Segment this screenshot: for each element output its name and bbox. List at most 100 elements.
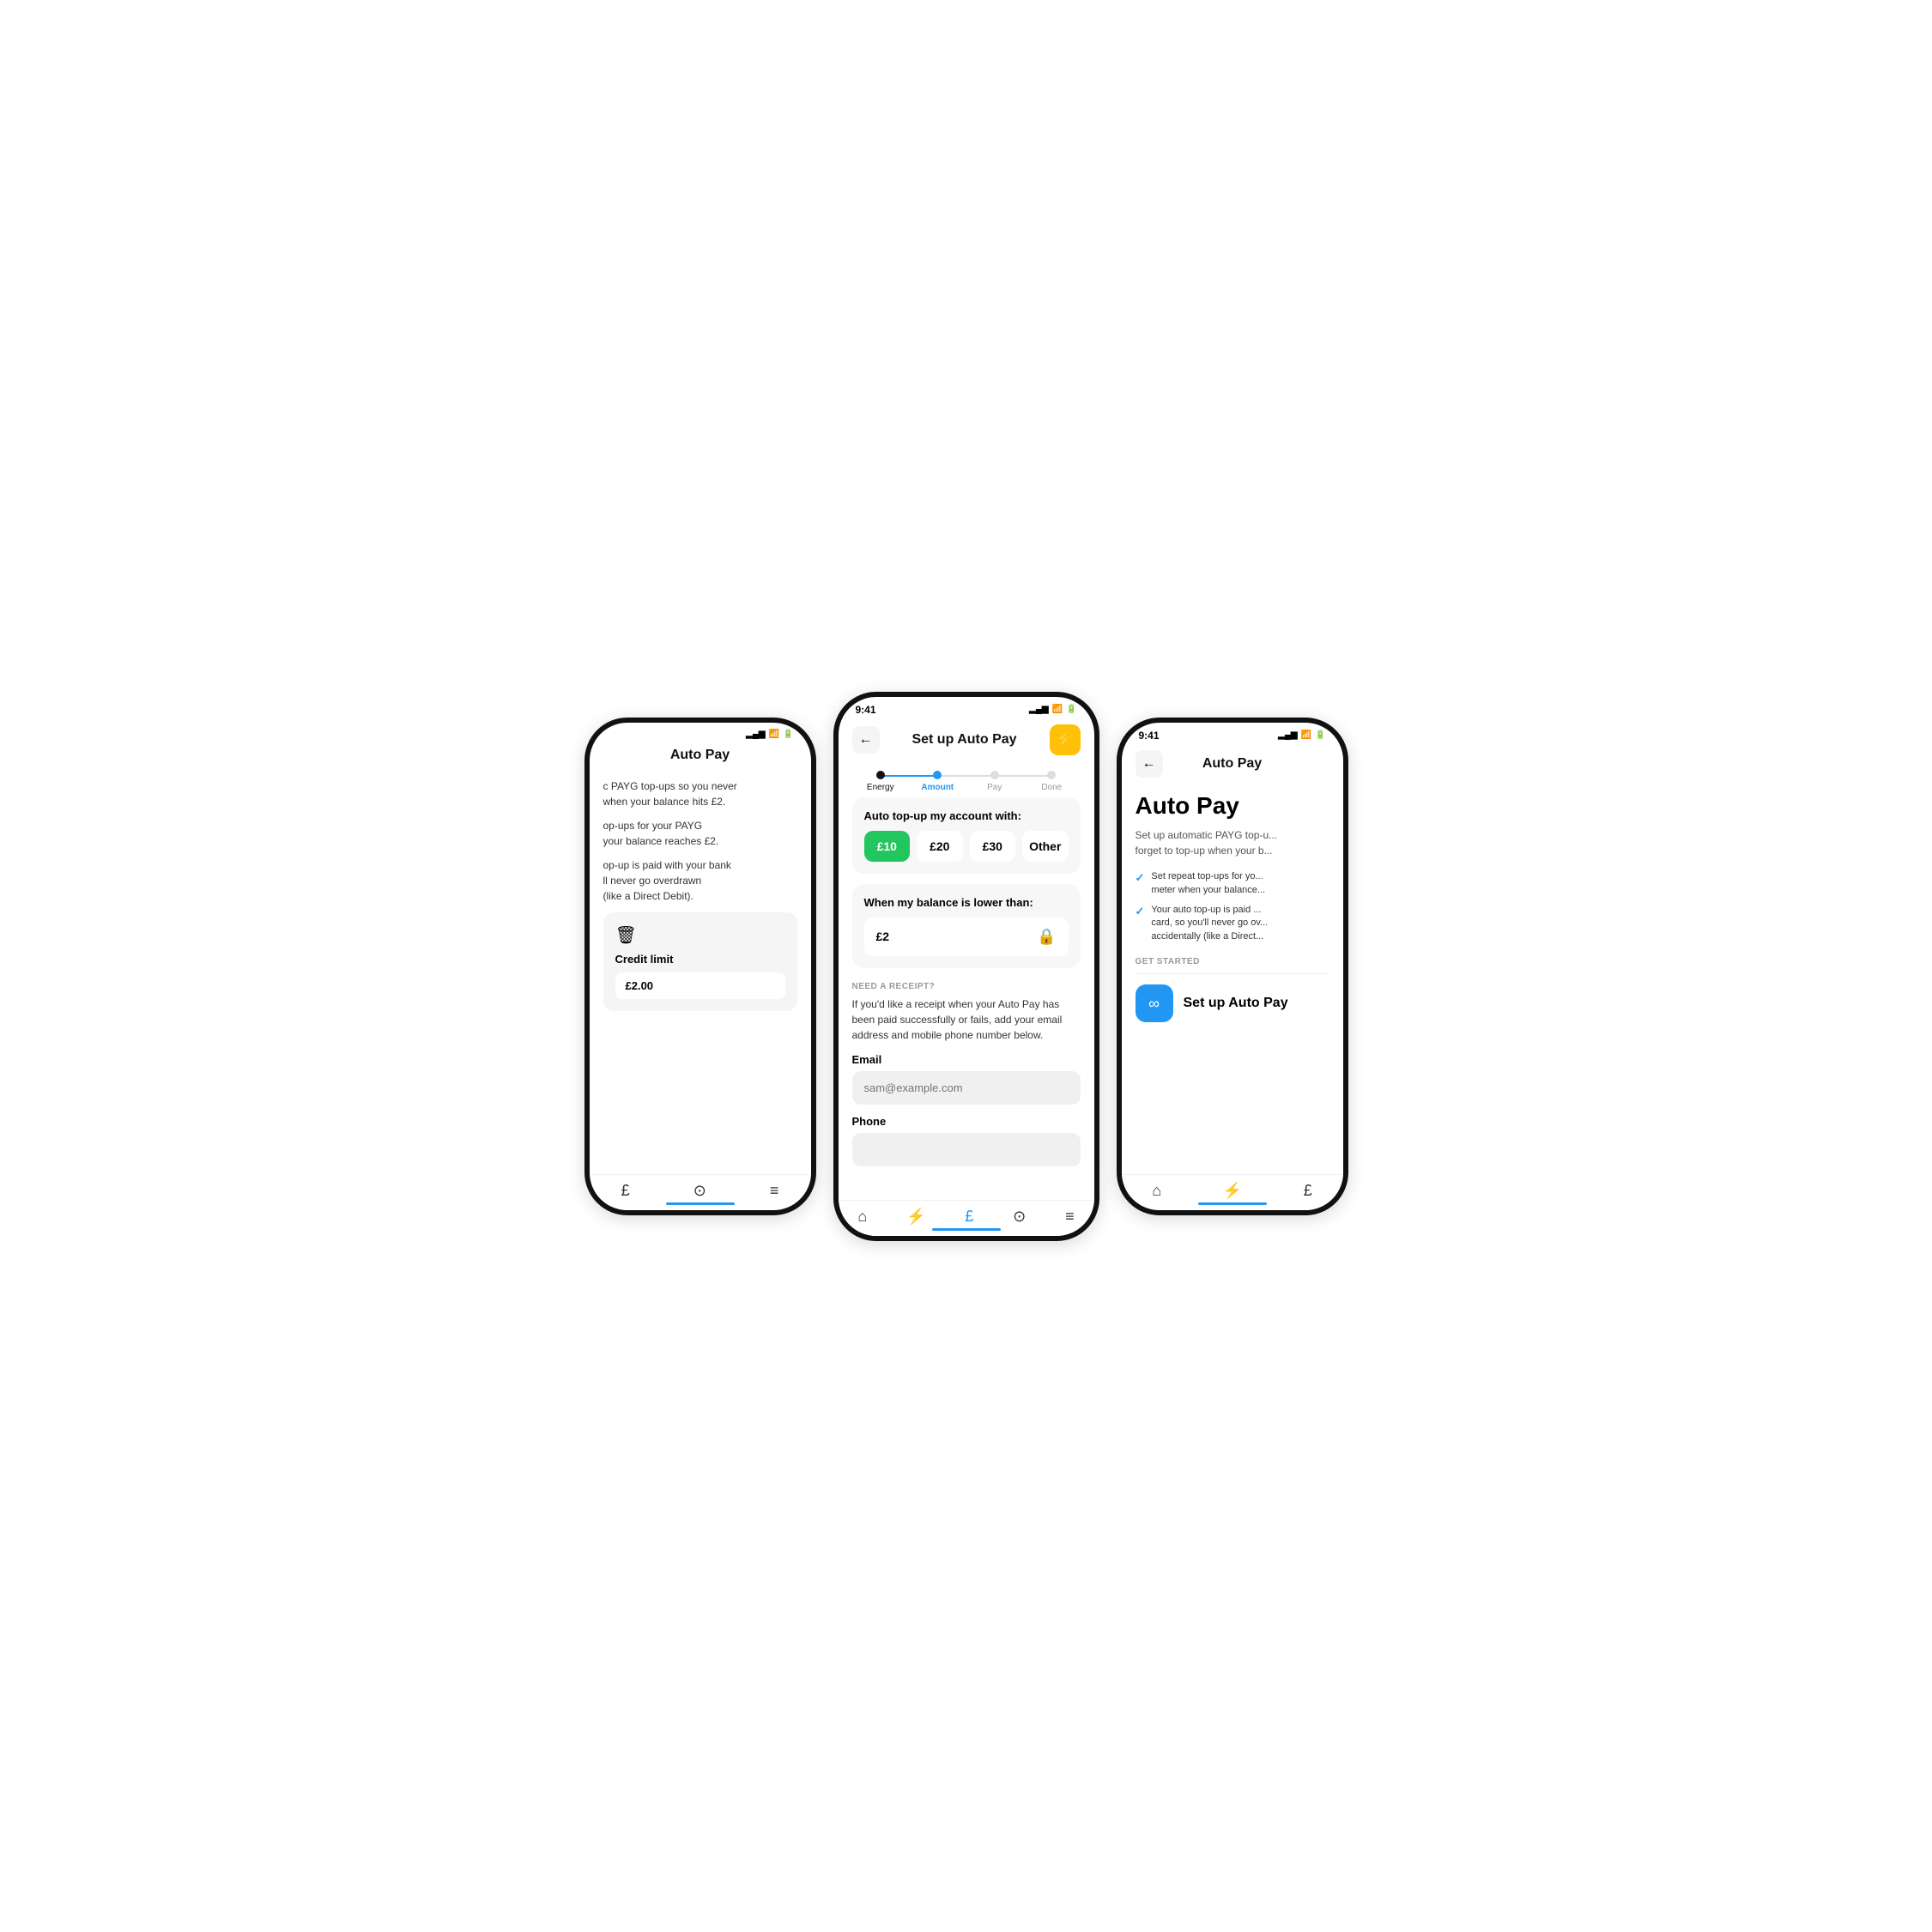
step-done-label: Done — [1041, 783, 1062, 792]
topup-card: Auto top-up my account with: £10 £20 £30… — [852, 797, 1081, 874]
receipt-section: NEED A RECEIPT? If you'd like a receipt … — [852, 978, 1081, 1180]
step-pay-dot — [990, 771, 999, 779]
topup-card-title: Auto top-up my account with: — [864, 809, 1069, 822]
center-bottom-bar — [932, 1228, 1001, 1231]
balance-card: When my balance is lower than: £2 🔒 — [852, 884, 1081, 968]
left-nav-menu[interactable]: ≡ — [770, 1182, 779, 1200]
checklist-text-2: Your auto top-up is paid ...card, so you… — [1151, 904, 1268, 943]
right-nav-bar: ← Auto Pay — [1122, 745, 1343, 784]
center-phone: 9:41 ▂▄▆ 📶 🔋 ← Set up Auto Pay ⚡ Energy — [833, 692, 1099, 1241]
center-nav-pounds[interactable]: £ — [965, 1208, 973, 1226]
right-nav-title: Auto Pay — [1202, 756, 1262, 772]
checklist-item-1: ✓ Set repeat top-ups for yo...meter when… — [1136, 870, 1329, 897]
amount-options: £10 £20 £30 Other — [864, 831, 1069, 862]
infinity-symbol: ∞ — [1148, 995, 1160, 1013]
right-description: Set up automatic PAYG top-u...forget to … — [1136, 827, 1329, 858]
signal-icon: ▂▄▆ — [746, 730, 765, 739]
right-bottom-bar — [1198, 1202, 1267, 1205]
check-icon-2: ✓ — [1136, 904, 1145, 919]
left-status-icons: ▂▄▆ 📶 🔋 — [746, 730, 793, 739]
right-phone: 9:41 ▂▄▆ 📶 🔋 ← Auto Pay Auto Pay Set up … — [1117, 718, 1348, 1215]
step-done-dot — [1047, 771, 1056, 779]
center-bottom-nav: ⌂ ⚡ £ ⊙ ≡ — [839, 1200, 1094, 1236]
lightning-icon: ⚡ — [1055, 730, 1074, 748]
right-nav-home[interactable]: ⌂ — [1152, 1182, 1161, 1200]
step-pay-label: Pay — [987, 783, 1002, 792]
right-checklist: ✓ Set repeat top-ups for yo...meter when… — [1136, 870, 1329, 943]
wifi-icon: 📶 — [769, 730, 779, 739]
amount-btn-10[interactable]: £10 — [864, 831, 911, 862]
right-bottom-nav: ⌂ ⚡ £ — [1122, 1174, 1343, 1210]
amount-btn-20[interactable]: £20 — [917, 831, 963, 862]
right-status-bar: 9:41 ▂▄▆ 📶 🔋 — [1122, 723, 1343, 745]
right-back-arrow: ← — [1142, 756, 1156, 772]
left-nav-help[interactable]: ⊙ — [693, 1182, 706, 1200]
center-nav-title: Set up Auto Pay — [911, 732, 1016, 748]
left-status-bar: ▂▄▆ 📶 🔋 — [590, 723, 811, 742]
step-line-1 — [881, 775, 938, 777]
center-nav-help[interactable]: ⊙ — [1013, 1208, 1026, 1226]
left-nav-pounds[interactable]: £ — [621, 1182, 630, 1200]
amount-btn-30[interactable]: £30 — [970, 831, 1016, 862]
right-battery-icon: 🔋 — [1315, 730, 1325, 740]
infinity-icon: ∞ — [1136, 984, 1173, 1022]
email-field-group: Email — [852, 1053, 1081, 1105]
right-page-title: Auto Pay — [1136, 793, 1329, 820]
step-energy-label: Energy — [867, 783, 894, 792]
left-phone: ▂▄▆ 📶 🔋 Auto Pay c PAYG top-ups so you n… — [584, 718, 816, 1215]
lock-icon: 🔒 — [1037, 928, 1056, 946]
left-body-text-2: op-ups for your PAYGyour balance reaches… — [603, 818, 797, 849]
center-signal-icon: ▂▄▆ — [1029, 705, 1048, 714]
receipt-label: NEED A RECEIPT? — [852, 982, 1081, 991]
setup-btn-label: Set up Auto Pay — [1184, 996, 1288, 1011]
center-status-bar: 9:41 ▂▄▆ 📶 🔋 — [839, 697, 1094, 719]
email-input[interactable] — [852, 1071, 1081, 1105]
right-status-time: 9:41 — [1139, 730, 1160, 742]
center-nav-home[interactable]: ⌂ — [857, 1208, 867, 1226]
step-amount-label: Amount — [921, 783, 954, 792]
right-status-icons: ▂▄▆ 📶 🔋 — [1278, 730, 1325, 740]
left-bottom-nav: £ ⊙ ≡ — [590, 1174, 811, 1210]
right-nav-pounds[interactable]: £ — [1304, 1182, 1312, 1200]
balance-value: £2 — [876, 930, 890, 943]
balance-row: £2 🔒 — [864, 918, 1069, 956]
step-done: Done — [1023, 771, 1081, 792]
amount-btn-other[interactable]: Other — [1022, 831, 1069, 862]
checklist-item-2: ✓ Your auto top-up is paid ...card, so y… — [1136, 904, 1329, 943]
right-back-button[interactable]: ← — [1136, 750, 1163, 778]
progress-stepper: Energy Amount Pay Done — [852, 762, 1081, 797]
left-body-text-3: op-up is paid with your bankll never go … — [603, 857, 797, 904]
center-lightning-button[interactable]: ⚡ — [1050, 724, 1081, 755]
left-body-text-1: c PAYG top-ups so you neverwhen your bal… — [603, 778, 797, 809]
step-amount-dot — [933, 771, 942, 779]
phone-input[interactable] — [852, 1133, 1081, 1166]
step-line-2 — [937, 775, 995, 777]
left-bottom-bar — [666, 1202, 735, 1205]
center-status-icons: ▂▄▆ 📶 🔋 — [1029, 705, 1076, 714]
center-status-time: 9:41 — [856, 704, 876, 716]
credit-amount: £2.00 — [615, 972, 785, 999]
email-label: Email — [852, 1053, 1081, 1066]
right-nav-energy[interactable]: ⚡ — [1223, 1182, 1242, 1200]
center-scrollable: Auto top-up my account with: £10 £20 £30… — [839, 797, 1094, 1241]
left-content: c PAYG top-ups so you neverwhen your bal… — [590, 770, 811, 1020]
center-nav-energy[interactable]: ⚡ — [906, 1208, 925, 1226]
center-back-arrow: ← — [859, 732, 873, 748]
setup-auto-pay-button[interactable]: ∞ Set up Auto Pay — [1136, 984, 1329, 1022]
checklist-text-1: Set repeat top-ups for yo...meter when y… — [1151, 870, 1265, 897]
right-divider — [1136, 973, 1329, 974]
step-amount: Amount — [909, 771, 966, 792]
screenshots-container: ▂▄▆ 📶 🔋 Auto Pay c PAYG top-ups so you n… — [494, 692, 1438, 1241]
step-line-3 — [995, 775, 1052, 777]
center-wifi-icon: 📶 — [1052, 705, 1063, 714]
phone-field-group: Phone — [852, 1115, 1081, 1166]
left-nav-title: Auto Pay — [670, 748, 730, 763]
step-energy: Energy — [852, 771, 910, 792]
center-back-button[interactable]: ← — [852, 726, 880, 754]
credit-limit-label: Credit limit — [615, 953, 785, 966]
receipt-description: If you'd like a receipt when your Auto P… — [852, 996, 1081, 1043]
step-pay: Pay — [966, 771, 1024, 792]
left-nav-bar: Auto Pay — [590, 742, 811, 770]
trash-icon: 🗑 — [615, 924, 785, 946]
center-nav-menu[interactable]: ≡ — [1065, 1208, 1075, 1226]
